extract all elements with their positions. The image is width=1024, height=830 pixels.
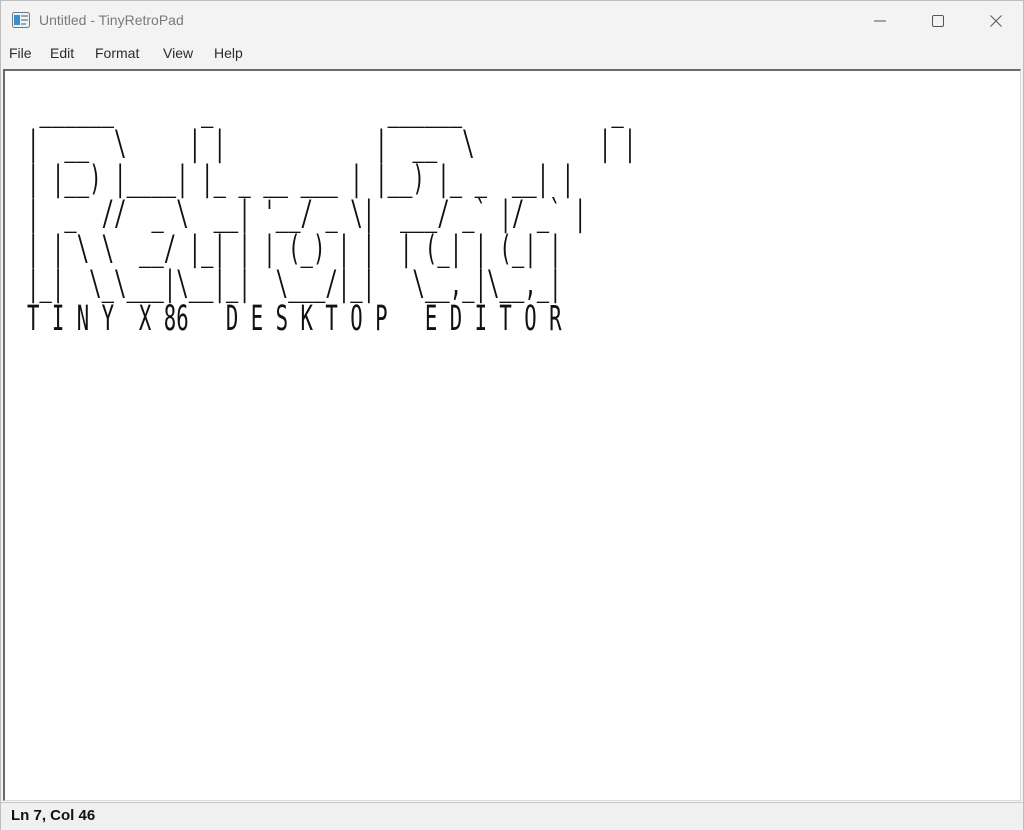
- menu-view[interactable]: View: [163, 45, 193, 61]
- close-icon: [990, 15, 1002, 27]
- editor-line: | | \ \ __/ |_| | | (_) | | | (_| | (_| …: [27, 229, 562, 269]
- editor-line: | _ // _ \ __| '__/ _ \| ___/ _` |/ _` |: [27, 194, 587, 234]
- cursor-position: Ln 7, Col 46: [11, 807, 96, 824]
- maximize-icon: [932, 15, 944, 27]
- menu-format[interactable]: Format: [95, 45, 139, 61]
- editor-line: T I N Y X 86 D E S K T O P E D I T O R: [27, 299, 562, 339]
- title-bar[interactable]: Untitled - TinyRetroPad: [1, 1, 1023, 41]
- minimize-button[interactable]: [851, 1, 909, 41]
- editor-line: ______ _ ______ _: [27, 89, 637, 129]
- text-editor-area[interactable]: ______ _ ______ _ | __ \ | | | __ \ | | |…: [3, 69, 1021, 801]
- notepad-app-icon: [12, 12, 30, 28]
- app-window: Untitled - TinyRetroPad File Edit Format…: [0, 0, 1024, 830]
- menu-file[interactable]: File: [9, 45, 32, 61]
- maximize-button[interactable]: [909, 1, 967, 41]
- menu-bar: File Edit Format View Help: [1, 41, 1023, 67]
- editor-line: |_| \_\___|\__|_| \___/|_| \__,_|\__,_|: [27, 264, 562, 304]
- editor-line: | |__) |____| |_ _ __ ___ | |__) |_ _ __…: [27, 159, 575, 199]
- minimize-icon: [874, 15, 886, 27]
- menu-help[interactable]: Help: [214, 45, 243, 61]
- editor-line: | __ \ | | | __ \ | |: [27, 124, 637, 164]
- menu-edit[interactable]: Edit: [50, 45, 74, 61]
- close-button[interactable]: [967, 1, 1024, 41]
- status-bar: Ln 7, Col 46: [1, 802, 1023, 830]
- editor-content[interactable]: ______ _ ______ _ | __ \ | | | __ \ | | |…: [27, 92, 636, 337]
- window-title: Untitled - TinyRetroPad: [39, 12, 184, 28]
